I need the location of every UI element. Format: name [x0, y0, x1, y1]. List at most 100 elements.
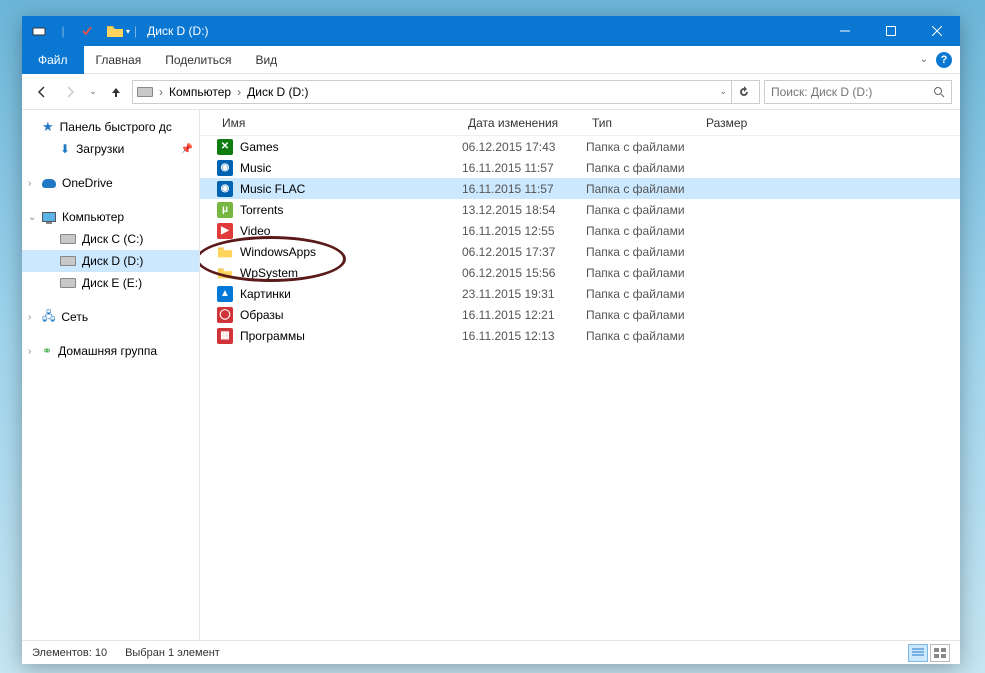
item-name: Картинки: [240, 287, 462, 301]
explorer-window: | ▾ | Диск D (D:) Файл Главная Поделитьс…: [22, 16, 960, 664]
sidebar-drive[interactable]: Диск C (C:): [22, 228, 199, 250]
sidebar-drive[interactable]: Диск D (D:): [22, 250, 199, 272]
item-icon: ▦: [216, 327, 234, 345]
col-type[interactable]: Тип: [586, 116, 700, 130]
expand-icon[interactable]: ›: [28, 178, 31, 189]
sidebar-network[interactable]: › 🖧 Сеть: [22, 306, 199, 328]
quick-access[interactable]: ★ Панель быстрого дс: [22, 116, 199, 138]
ribbon: Файл Главная Поделиться Вид ⌄ ?: [22, 46, 960, 74]
homegroup-icon: ⚭: [42, 344, 52, 358]
properties-icon[interactable]: [28, 20, 50, 42]
download-icon: ⬇: [60, 142, 70, 156]
item-icon: ◯: [216, 306, 234, 324]
qat-dropdown-icon[interactable]: ▾: [126, 27, 130, 36]
file-row[interactable]: ◯Образы16.11.2015 12:21Папка с файлами: [200, 304, 960, 325]
details-view-button[interactable]: [908, 644, 928, 662]
drive-icon: [60, 256, 76, 266]
file-row[interactable]: ▲Картинки23.11.2015 19:31Папка с файлами: [200, 283, 960, 304]
file-row[interactable]: WpSystem06.12.2015 15:56Папка с файлами: [200, 262, 960, 283]
breadcrumb-current[interactable]: Диск D (D:): [243, 81, 312, 103]
close-button[interactable]: [914, 16, 960, 46]
up-button[interactable]: [104, 80, 128, 104]
item-icon: ◉: [216, 159, 234, 177]
item-icon: ▲: [216, 285, 234, 303]
item-date: 06.12.2015 17:37: [462, 245, 586, 259]
expand-icon[interactable]: ›: [28, 346, 31, 357]
file-row[interactable]: ▦Программы16.11.2015 12:13Папка с файлам…: [200, 325, 960, 346]
item-date: 16.11.2015 12:13: [462, 329, 586, 343]
item-name: Games: [240, 140, 462, 154]
folder-icon: [106, 24, 124, 38]
file-row[interactable]: WindowsApps06.12.2015 17:37Папка с файла…: [200, 241, 960, 262]
file-row[interactable]: ✕Games06.12.2015 17:43Папка с файлами: [200, 136, 960, 157]
file-row[interactable]: ◉Music FLAC16.11.2015 11:57Папка с файла…: [200, 178, 960, 199]
item-type: Папка с файлами: [586, 308, 700, 322]
sidebar-downloads[interactable]: ⬇ Загрузки 📌: [22, 138, 199, 160]
address-bar[interactable]: › Компьютер › Диск D (D:) ⌄: [132, 80, 760, 104]
file-list-pane: Имя Дата изменения Тип Размер ✕Games06.1…: [200, 110, 960, 640]
file-row[interactable]: μTorrents13.12.2015 18:54Папка с файлами: [200, 199, 960, 220]
expand-icon[interactable]: ›: [28, 312, 31, 323]
qat-separator: |: [52, 20, 74, 42]
sidebar-onedrive[interactable]: › OneDrive: [22, 172, 199, 194]
file-row[interactable]: ◉Music16.11.2015 11:57Папка с файлами: [200, 157, 960, 178]
search-input[interactable]: [771, 85, 933, 99]
onedrive-label: OneDrive: [62, 176, 113, 190]
item-type: Папка с файлами: [586, 329, 700, 343]
tab-view[interactable]: Вид: [243, 46, 289, 74]
back-button[interactable]: [30, 80, 54, 104]
drive-icon: [60, 234, 76, 244]
title-bar[interactable]: | ▾ | Диск D (D:): [22, 16, 960, 46]
sidebar-drive[interactable]: Диск E (E:): [22, 272, 199, 294]
check-icon[interactable]: [76, 20, 98, 42]
window-title: Диск D (D:): [147, 24, 208, 38]
item-type: Папка с файлами: [586, 224, 700, 238]
item-icon: [216, 264, 234, 282]
file-row[interactable]: ▶Video16.11.2015 12:55Папка с файлами: [200, 220, 960, 241]
refresh-button[interactable]: [731, 80, 755, 104]
maximize-button[interactable]: [868, 16, 914, 46]
search-icon[interactable]: [933, 86, 945, 98]
nav-bar: ⌄ › Компьютер › Диск D (D:) ⌄: [22, 74, 960, 110]
item-date: 16.11.2015 12:21: [462, 308, 586, 322]
collapse-icon[interactable]: ⌄: [28, 212, 36, 223]
recent-dropdown-icon[interactable]: ⌄: [86, 80, 100, 104]
col-size[interactable]: Размер: [700, 116, 780, 130]
item-name: Music FLAC: [240, 182, 462, 196]
help-icon[interactable]: ?: [936, 52, 952, 68]
item-name: Music: [240, 161, 462, 175]
sidebar-homegroup[interactable]: › ⚭ Домашняя группа: [22, 340, 199, 362]
item-icon: ▶: [216, 222, 234, 240]
quick-access-toolbar: |: [28, 20, 98, 42]
col-name[interactable]: Имя: [216, 116, 462, 130]
file-rows: ✕Games06.12.2015 17:43Папка с файлами◉Mu…: [200, 136, 960, 640]
star-icon: ★: [42, 119, 54, 135]
status-bar: Элементов: 10 Выбран 1 элемент: [22, 640, 960, 664]
item-date: 06.12.2015 17:43: [462, 140, 586, 154]
cloud-icon: [42, 179, 56, 188]
item-name: Video: [240, 224, 462, 238]
status-count: Элементов: 10: [32, 647, 107, 659]
breadcrumb-sep-icon[interactable]: ›: [235, 85, 243, 99]
breadcrumb-computer[interactable]: Компьютер: [165, 81, 235, 103]
address-dropdown-icon[interactable]: ⌄: [719, 86, 727, 97]
tab-share[interactable]: Поделиться: [153, 46, 243, 74]
forward-button[interactable]: [58, 80, 82, 104]
thumbnails-view-button[interactable]: [930, 644, 950, 662]
drive-icon: [60, 278, 76, 288]
drive-label: Диск C (C:): [82, 232, 143, 246]
col-date[interactable]: Дата изменения: [462, 116, 586, 130]
drive-icon: [137, 87, 153, 97]
file-tab[interactable]: Файл: [22, 46, 84, 74]
breadcrumb-sep-icon[interactable]: ›: [157, 85, 165, 99]
sidebar-computer[interactable]: ⌄ Компьютер: [22, 206, 199, 228]
quick-access-label: Панель быстрого дс: [60, 120, 172, 134]
tab-home[interactable]: Главная: [84, 46, 154, 74]
minimize-button[interactable]: [822, 16, 868, 46]
title-separator: |: [134, 24, 137, 38]
search-box[interactable]: [764, 80, 952, 104]
ribbon-expand-icon[interactable]: ⌄: [920, 54, 928, 65]
network-icon: 🖧: [42, 307, 55, 328]
item-name: WindowsApps: [240, 245, 462, 259]
item-icon: ✕: [216, 138, 234, 156]
